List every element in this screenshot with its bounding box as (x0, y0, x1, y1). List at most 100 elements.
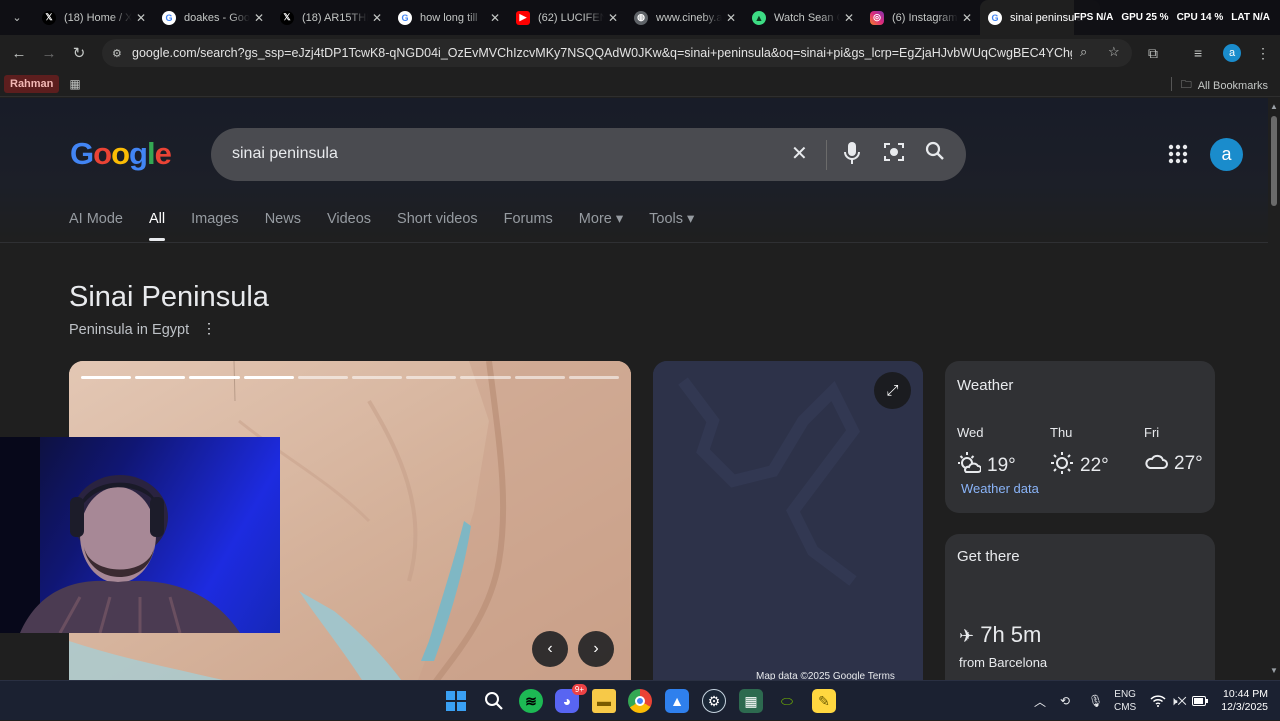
expand-map-icon[interactable]: ⤢ (874, 372, 911, 409)
close-tab-icon[interactable]: ✕ (486, 11, 504, 25)
tab-videos[interactable]: Videos (327, 211, 371, 227)
close-tab-icon[interactable]: ✕ (368, 11, 386, 25)
app-icon[interactable]: ▦ (739, 689, 763, 713)
weather-data-link[interactable]: Weather data (961, 481, 1039, 496)
carousel-progress (81, 376, 620, 379)
all-bookmarks-button[interactable]: 🗀 All Bookmarks (1181, 76, 1268, 95)
microphone-icon[interactable] (843, 141, 861, 172)
divider (0, 242, 1268, 243)
get-there-card[interactable]: Get there ✈ 7h 5m from Barcelona (945, 534, 1215, 680)
weather-card[interactable]: Weather Wed Thu Fri 19° 22° 27° Weather … (945, 361, 1215, 513)
discord-icon[interactable]: ◕ 9+ (555, 684, 587, 713)
search-tabs: AI Mode All Images News Videos Short vid… (69, 211, 720, 241)
close-tab-icon[interactable]: ✕ (132, 11, 150, 25)
folder-icon: 🗀 (1180, 79, 1192, 91)
chrome-icon[interactable] (628, 689, 652, 713)
sticky-notes-icon[interactable]: ✎ (812, 689, 836, 713)
reload-icon[interactable]: ↻ (64, 38, 94, 68)
forward-icon[interactable]: → (34, 38, 64, 68)
browser-tab[interactable]: G doakes - Google Search ✕ (154, 0, 272, 35)
google-apps-icon[interactable] (1168, 144, 1188, 169)
search-icon[interactable] (925, 141, 945, 168)
media-controls-icon[interactable]: ≡ (1194, 35, 1202, 71)
tools-button[interactable]: Tools ▾ (649, 211, 694, 227)
scroll-up-icon[interactable]: ▲ (1270, 102, 1278, 111)
webcam-overlay (0, 437, 280, 633)
show-hidden-icons[interactable]: ︿ (1034, 681, 1046, 721)
close-tab-icon[interactable]: ✕ (722, 11, 740, 25)
browser-tab[interactable]: ▶ (62) LUCIFENA ✕ (508, 0, 626, 35)
scrollbar-thumb[interactable] (1271, 116, 1277, 206)
account-avatar[interactable]: a (1210, 138, 1243, 171)
spotify-icon[interactable]: ≋ (519, 689, 543, 713)
language-indicator[interactable]: ENG CMS (1114, 681, 1136, 721)
browser-tab[interactable]: ◍ www.cineby.app ✕ (626, 0, 744, 35)
airplane-icon: ✈ (959, 626, 975, 646)
file-explorer-icon[interactable]: ▬ (592, 689, 616, 713)
search-input[interactable]: sinai peninsula (232, 145, 338, 163)
more-menu-icon[interactable]: ⋮ (1256, 35, 1270, 71)
tab-forums[interactable]: Forums (504, 211, 553, 227)
divider (1171, 77, 1172, 91)
browser-tab[interactable]: ◎ (6) Instagram ✕ (862, 0, 980, 35)
google-logo[interactable]: Google (70, 136, 172, 172)
more-options-icon[interactable]: ⋮ (202, 320, 216, 337)
page-scrollbar[interactable]: ▲ ▼ (1268, 98, 1280, 680)
scroll-down-icon[interactable]: ▼ (1270, 666, 1278, 675)
sync-icon[interactable]: ⟲ (1060, 681, 1070, 721)
microphone-tray-icon[interactable]: 🎙 (1088, 681, 1103, 721)
cloud-icon (1144, 451, 1168, 477)
close-tab-icon[interactable]: ✕ (958, 11, 976, 25)
instagram-icon: ◎ (870, 10, 884, 25)
carousel-prev-button[interactable]: ‹ (532, 631, 568, 667)
tab-search-button[interactable]: ⌄ (0, 0, 34, 35)
tab-images[interactable]: Images (191, 211, 239, 227)
map-preview[interactable]: ⤢ Map data ©2025 Google Terms (653, 361, 923, 680)
extensions-icon[interactable]: ⧉ (1148, 35, 1158, 71)
x-icon: 𝕏 (42, 10, 56, 25)
site-info-icon[interactable]: ⚙ (112, 47, 126, 60)
browser-tab[interactable]: ▲ Watch Sean C ✕ (744, 0, 862, 35)
browser-tab[interactable]: 𝕏 (18) AR15THEDON ✕ (272, 0, 390, 35)
gaming-app-icon[interactable]: ⬭ (775, 689, 799, 713)
tab-more[interactable]: More ▾ (579, 211, 623, 227)
tab-all[interactable]: All (149, 211, 166, 241)
tab-news[interactable]: News (265, 211, 301, 227)
weather-day: Wed (957, 425, 984, 440)
zoom-icon[interactable]: ⌕ (1080, 44, 1087, 60)
bookmark-star-icon[interactable]: ☆ (1108, 44, 1120, 60)
browser-tab[interactable]: 𝕏 (18) Home / X ✕ (34, 0, 154, 35)
system-clock[interactable]: 10:44 PM 12/3/2025 (1212, 688, 1268, 714)
taskbar-search-icon[interactable] (482, 689, 506, 713)
search-box[interactable]: sinai peninsula ✕ (211, 128, 966, 181)
back-icon[interactable]: ← (4, 38, 34, 68)
photos-icon[interactable]: ▲ (665, 689, 689, 713)
windows-start-icon[interactable] (444, 689, 468, 713)
weather-day: Fri (1144, 425, 1160, 440)
get-there-heading: Get there (957, 548, 1020, 565)
browser-tab[interactable]: G how long till ✕ (390, 0, 508, 35)
discord-notification-badge: 9+ (571, 684, 587, 695)
volume-muted-icon[interactable]: 🕨✕ (1170, 681, 1187, 721)
android-icon: ▲ (752, 10, 766, 25)
browser-toolbar: ← → ↻ ⚙ google.com/search?gs_ssp=eJzj4tD… (0, 35, 1280, 71)
battery-icon[interactable] (1192, 681, 1208, 721)
weather-heading: Weather (957, 377, 1014, 394)
close-tab-icon[interactable]: ✕ (604, 11, 622, 25)
weather-day: Thu (1050, 425, 1073, 440)
steam-icon[interactable]: ⚙ (702, 689, 726, 713)
close-tab-icon[interactable]: ✕ (250, 11, 268, 25)
tab-ai-mode[interactable]: AI Mode (69, 211, 123, 227)
carousel-next-button[interactable]: › (578, 631, 614, 667)
apps-grid-icon[interactable]: ▦ (69, 77, 80, 91)
divider (826, 140, 827, 170)
clear-icon[interactable]: ✕ (791, 141, 808, 167)
lens-camera-icon[interactable] (883, 141, 905, 170)
profile-avatar[interactable]: a (1223, 44, 1241, 62)
wifi-icon[interactable] (1150, 681, 1166, 721)
address-bar[interactable]: ⚙ google.com/search?gs_ssp=eJzj4tDP1TcwK… (102, 39, 1132, 67)
close-tab-icon[interactable]: ✕ (840, 11, 858, 25)
map-attribution[interactable]: Map data ©2025 Google Terms (756, 671, 895, 680)
bookmark-profile-label[interactable]: Rahman (4, 74, 60, 93)
tab-short-videos[interactable]: Short videos (397, 211, 478, 227)
